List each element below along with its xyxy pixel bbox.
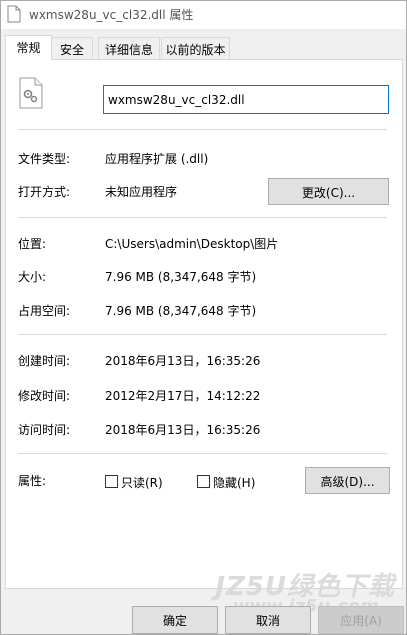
properties-dialog: wxmsw28u_vc_cl32.dll 属性 常规 安全 详细信息 以前的版本…: [0, 0, 407, 635]
divider: [18, 217, 387, 218]
divider: [18, 334, 387, 335]
open-with-label: 打开方式:: [18, 185, 71, 199]
tab-general[interactable]: 常规: [5, 35, 52, 60]
general-panel: [5, 59, 403, 589]
window-title: wxmsw28u_vc_cl32.dll 属性: [29, 8, 194, 22]
size-value: 7.96 MB (8,347,648 字节): [105, 270, 257, 284]
advanced-button-label: 高级(D)...: [320, 475, 375, 489]
size-on-disk-label: 占用空间:: [18, 304, 71, 318]
cancel-button-label: 取消: [255, 614, 280, 628]
attributes-label: 属性:: [18, 474, 47, 488]
open-with-value: 未知应用程序: [105, 185, 178, 199]
divider: [18, 129, 387, 130]
modified-value: 2012年2月17日，14:12:22: [105, 389, 261, 403]
accessed-label: 访问时间:: [18, 423, 71, 437]
title-bar[interactable]: wxmsw28u_vc_cl32.dll 属性: [1, 1, 406, 29]
file-type-value: 应用程序扩展 (.dll): [105, 152, 209, 166]
apply-button-label: 应用(A): [340, 614, 382, 628]
tab-details[interactable]: 详细信息: [98, 37, 160, 59]
cancel-button[interactable]: 取消: [225, 606, 311, 634]
change-button[interactable]: 更改(C)...: [268, 178, 389, 205]
advanced-button[interactable]: 高级(D)...: [305, 467, 390, 494]
size-on-disk-value: 7.96 MB (8,347,648 字节): [105, 304, 257, 318]
file-type-label: 文件类型:: [18, 152, 71, 166]
location-value: C:\Users\admin\Desktop\图片: [105, 237, 279, 251]
file-name-input[interactable]: [103, 85, 389, 114]
tab-previous-versions[interactable]: 以前的版本: [161, 37, 230, 59]
modified-label: 修改时间:: [18, 389, 71, 403]
size-label: 大小:: [18, 270, 47, 284]
divider: [18, 453, 387, 454]
dll-file-icon: [19, 77, 43, 109]
hidden-checkbox[interactable]: [197, 475, 210, 488]
readonly-label[interactable]: 只读(R): [121, 474, 163, 491]
created-label: 创建时间:: [18, 354, 71, 368]
created-value: 2018年6月13日，16:35:26: [105, 354, 261, 368]
apply-button[interactable]: 应用(A): [318, 606, 404, 634]
readonly-checkbox[interactable]: [105, 475, 118, 488]
ok-button-label: 确定: [162, 614, 187, 628]
ok-button[interactable]: 确定: [132, 606, 218, 634]
hidden-label[interactable]: 隐藏(H): [213, 474, 255, 491]
accessed-value: 2018年6月13日，16:35:26: [105, 423, 261, 437]
tab-security[interactable]: 安全: [51, 37, 93, 59]
file-icon: [7, 5, 21, 23]
change-button-label: 更改(C)...: [301, 186, 356, 200]
location-label: 位置:: [18, 237, 47, 251]
